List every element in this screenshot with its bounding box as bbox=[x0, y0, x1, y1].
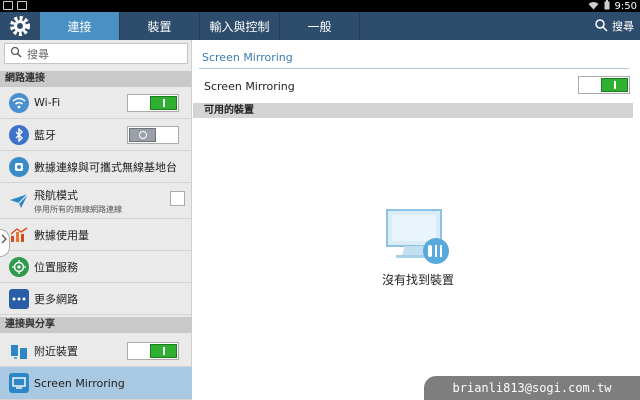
sidebar-item-label: 藍牙 bbox=[34, 128, 56, 142]
tab-input-control[interactable]: 輸入與控制 bbox=[200, 12, 280, 40]
bluetooth-toggle[interactable] bbox=[127, 126, 179, 144]
wifi-icon bbox=[9, 92, 29, 113]
sidebar-item-location[interactable]: 位置服務 bbox=[0, 251, 192, 283]
screen-mirroring-label: Screen Mirroring bbox=[204, 79, 295, 93]
sidebar-item-tethering[interactable]: 數據連線與可攜式無線基地台 bbox=[0, 151, 192, 183]
settings-sidebar: 搜尋 網路連接 Wi-Fi 藍牙 數據連線與可攜式無線基地台 飛航模式 停用所有… bbox=[0, 40, 192, 400]
no-devices-found-text: 沒有找到裝置 bbox=[381, 273, 454, 287]
tab-device[interactable]: 裝置 bbox=[120, 12, 200, 40]
bluetooth-icon bbox=[9, 124, 29, 145]
tab-search-label: 搜尋 bbox=[612, 20, 634, 33]
screen-mirroring-row[interactable]: Screen Mirroring bbox=[193, 72, 640, 100]
search-icon bbox=[10, 46, 22, 61]
location-icon bbox=[9, 256, 29, 277]
nearby-devices-icon bbox=[9, 341, 29, 361]
section-header-share: 連接與分享 bbox=[0, 317, 192, 333]
search-placeholder: 搜尋 bbox=[27, 47, 49, 61]
sidebar-item-more-networks[interactable]: 更多網路 bbox=[0, 283, 192, 315]
screen-mirroring-toggle[interactable] bbox=[578, 76, 630, 94]
hotspot-icon bbox=[9, 156, 29, 177]
image-icon bbox=[17, 1, 27, 10]
title-divider bbox=[199, 68, 629, 69]
watermark-text: brianli813@sogi.com.tw bbox=[424, 376, 640, 400]
screenshot-icon bbox=[3, 1, 13, 10]
main-panel: Screen Mirroring Screen Mirroring 可用的裝置 … bbox=[193, 40, 640, 400]
screen-mirroring-icon bbox=[9, 373, 29, 393]
monitor-icon bbox=[383, 208, 453, 268]
search-icon bbox=[594, 18, 608, 35]
airplane-icon bbox=[9, 191, 29, 211]
sidebar-item-label: 附近裝置 bbox=[34, 344, 78, 358]
tab-connections[interactable]: 連接 bbox=[40, 12, 120, 40]
wifi-signal-icon bbox=[588, 1, 599, 13]
sidebar-item-wifi[interactable]: Wi-Fi bbox=[0, 87, 192, 119]
settings-gear-icon[interactable] bbox=[0, 12, 40, 40]
sidebar-item-bluetooth[interactable]: 藍牙 bbox=[0, 119, 192, 151]
section-header-network: 網路連接 bbox=[0, 71, 192, 87]
more-icon bbox=[9, 288, 29, 309]
sidebar-item-label: 位置服務 bbox=[34, 260, 78, 274]
sidebar-item-label: 數據使用量 bbox=[34, 228, 89, 242]
status-bar: 9:50 bbox=[0, 0, 640, 12]
airplane-text-group: 飛航模式 停用所有的無線網路連線 bbox=[34, 187, 122, 215]
sidebar-item-label: 飛航模式 bbox=[34, 188, 78, 202]
available-devices-header: 可用的裝置 bbox=[193, 103, 633, 118]
sidebar-item-label: 數據連線與可攜式無線基地台 bbox=[34, 160, 177, 174]
sidebar-item-label: Wi-Fi bbox=[34, 96, 61, 109]
settings-tab-bar: 連接 裝置 輸入與控制 一般 搜尋 bbox=[0, 12, 640, 40]
sidebar-item-airplane-mode[interactable]: 飛航模式 停用所有的無線網路連線 bbox=[0, 183, 192, 219]
sidebar-item-label: Screen Mirroring bbox=[34, 376, 125, 390]
tab-search-button[interactable]: 搜尋 bbox=[594, 12, 634, 40]
sidebar-item-label: 更多網路 bbox=[34, 292, 78, 306]
sidebar-item-data-usage[interactable]: 數據使用量 bbox=[0, 219, 192, 251]
page-title: Screen Mirroring bbox=[202, 51, 293, 64]
nearby-devices-toggle[interactable] bbox=[127, 342, 179, 360]
airplane-mode-checkbox[interactable] bbox=[170, 191, 185, 206]
search-input[interactable]: 搜尋 bbox=[4, 43, 188, 64]
sidebar-item-screen-mirroring[interactable]: Screen Mirroring bbox=[0, 367, 192, 400]
chevron-right-icon bbox=[0, 234, 8, 248]
clock: 9:50 bbox=[614, 1, 637, 12]
sidebar-item-sublabel: 停用所有的無線網路連線 bbox=[34, 204, 122, 214]
sidebar-item-nearby-devices[interactable]: 附近裝置 bbox=[0, 335, 192, 367]
tab-general[interactable]: 一般 bbox=[280, 12, 360, 40]
wifi-toggle[interactable] bbox=[127, 94, 179, 112]
data-usage-icon bbox=[9, 225, 29, 245]
